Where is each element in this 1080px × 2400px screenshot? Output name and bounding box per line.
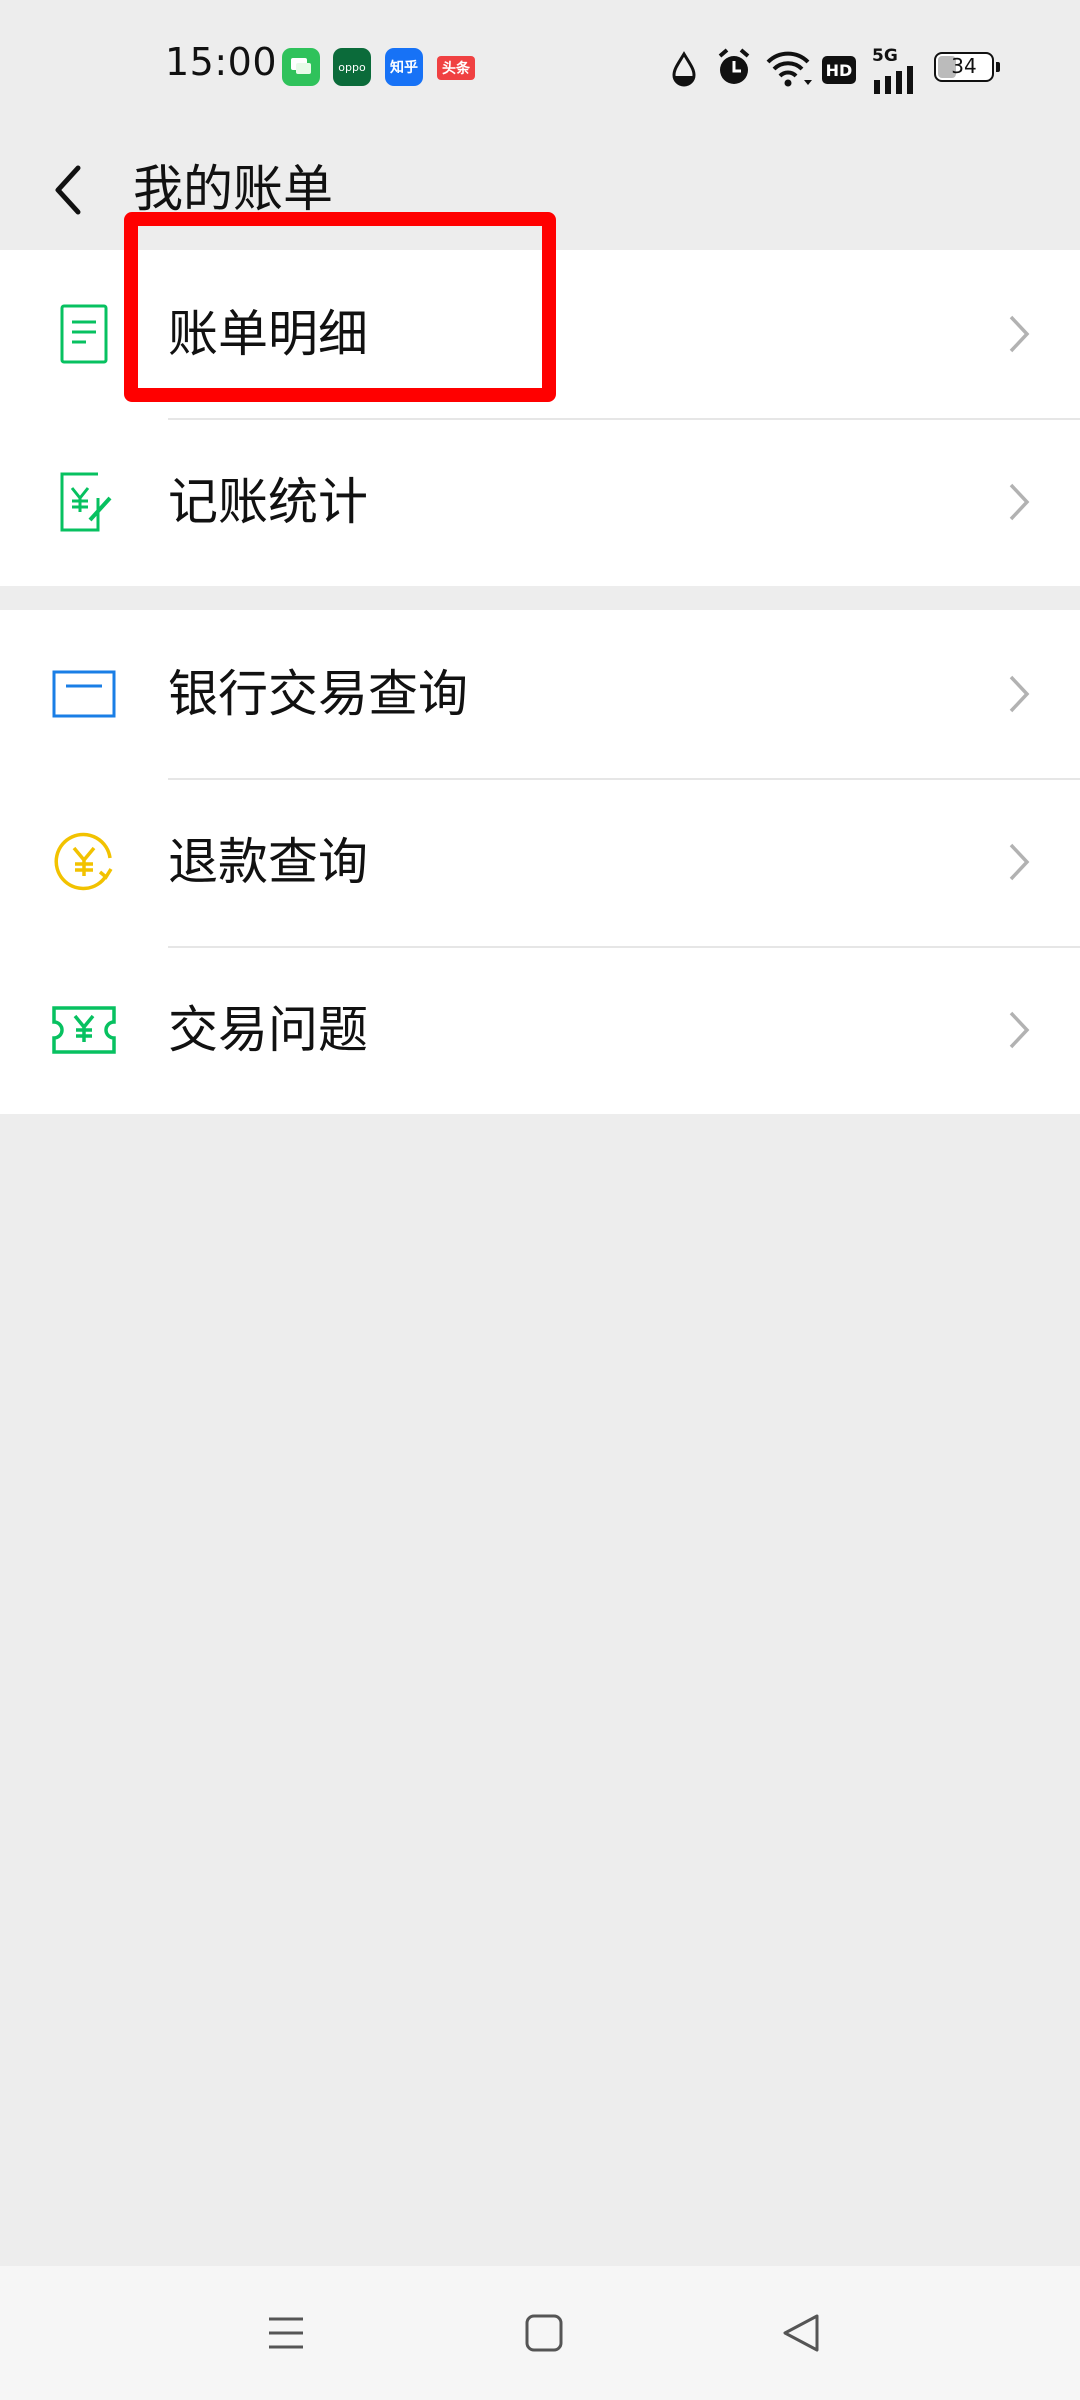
- back-triangle-icon[interactable]: [777, 2308, 827, 2358]
- battery-level: 34: [951, 54, 977, 78]
- status-bar: 15:00 oppo 知乎 头条 HD 5G 34: [0, 0, 1080, 130]
- menu-icon[interactable]: [261, 2308, 311, 2358]
- hd-badge: HD: [822, 56, 856, 84]
- signal-strength-icon: [874, 66, 913, 94]
- bill-document-icon: [60, 304, 108, 364]
- menu-item-label: 交易问题: [168, 1001, 368, 1059]
- menu-item-bookkeeping-stats[interactable]: 记账统计: [0, 418, 1080, 586]
- messages-app-icon: [282, 48, 320, 86]
- zhihu-app-icon: 知乎: [385, 48, 423, 86]
- status-time: 15:00: [165, 40, 278, 84]
- oppo-app-label: oppo: [338, 60, 366, 74]
- alarm-icon: [718, 48, 750, 84]
- ticket-yen-icon: [52, 1006, 116, 1054]
- menu-item-bank-transaction-query[interactable]: 银行交易查询: [0, 610, 1080, 778]
- menu-item-label: 退款查询: [168, 833, 368, 891]
- chevron-right-icon: [1009, 675, 1030, 713]
- battery-icon: 34: [934, 52, 1000, 82]
- menu-item-transaction-issues[interactable]: 交易问题: [0, 946, 1080, 1114]
- refund-yen-icon: [54, 832, 113, 891]
- bill-group-2: 银行交易查询 退款查询 交易问题: [0, 610, 1080, 1114]
- menu-item-refund-query[interactable]: 退款查询: [0, 778, 1080, 946]
- water-drop-icon: [672, 51, 696, 87]
- chevron-right-icon: [1009, 1011, 1030, 1049]
- zhihu-app-label: 知乎: [390, 60, 418, 76]
- wifi-icon: [766, 51, 812, 87]
- chevron-left-icon[interactable]: [42, 150, 98, 230]
- ledger-stat-icon: [60, 472, 112, 532]
- highlight-box: [124, 212, 556, 402]
- menu-item-label: 记账统计: [168, 473, 368, 531]
- oppo-app-icon: oppo: [333, 48, 371, 86]
- toutiao-app-icon: 头条: [437, 56, 475, 80]
- menu-item-label: 银行交易查询: [168, 665, 468, 723]
- bank-card-icon: [52, 670, 116, 718]
- home-square-icon[interactable]: [519, 2308, 569, 2358]
- chevron-right-icon: [1009, 843, 1030, 881]
- system-nav-bar: [0, 2266, 1080, 2400]
- chevron-right-icon: [1009, 315, 1030, 353]
- chevron-right-icon: [1009, 483, 1030, 521]
- toutiao-app-label: 头条: [442, 61, 470, 77]
